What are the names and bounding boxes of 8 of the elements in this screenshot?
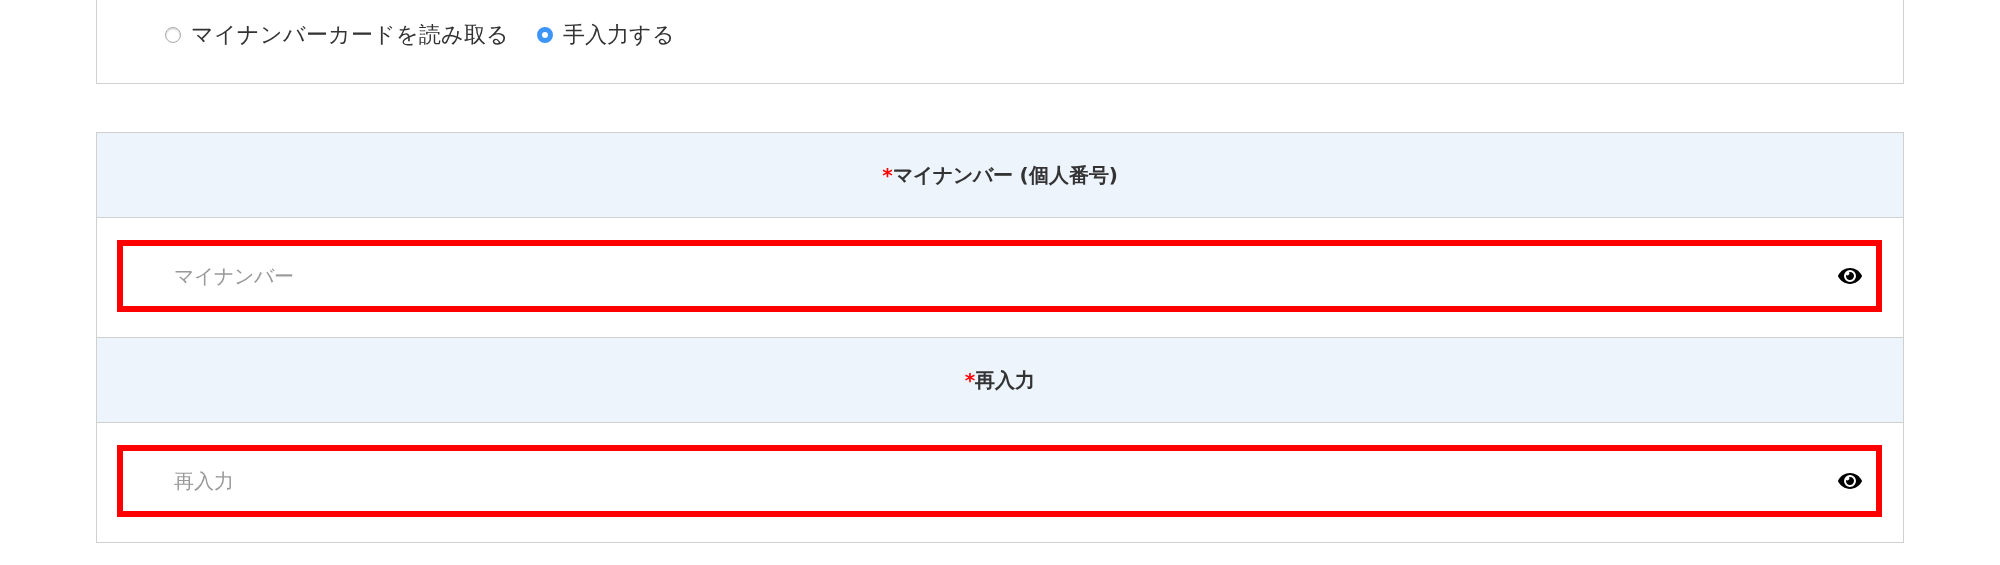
radio-icon[interactable] xyxy=(165,27,181,43)
radio-label: 手入力する xyxy=(563,21,675,49)
field-label: *再入力 xyxy=(964,366,1036,394)
radio-option[interactable]: 手入力する xyxy=(537,20,675,50)
input-field[interactable]: マイナンバー xyxy=(117,240,1882,312)
input-field[interactable]: 再入力 xyxy=(117,445,1882,517)
field-label: *マイナンバー (個人番号) xyxy=(882,161,1118,189)
radio-icon[interactable] xyxy=(537,27,553,43)
